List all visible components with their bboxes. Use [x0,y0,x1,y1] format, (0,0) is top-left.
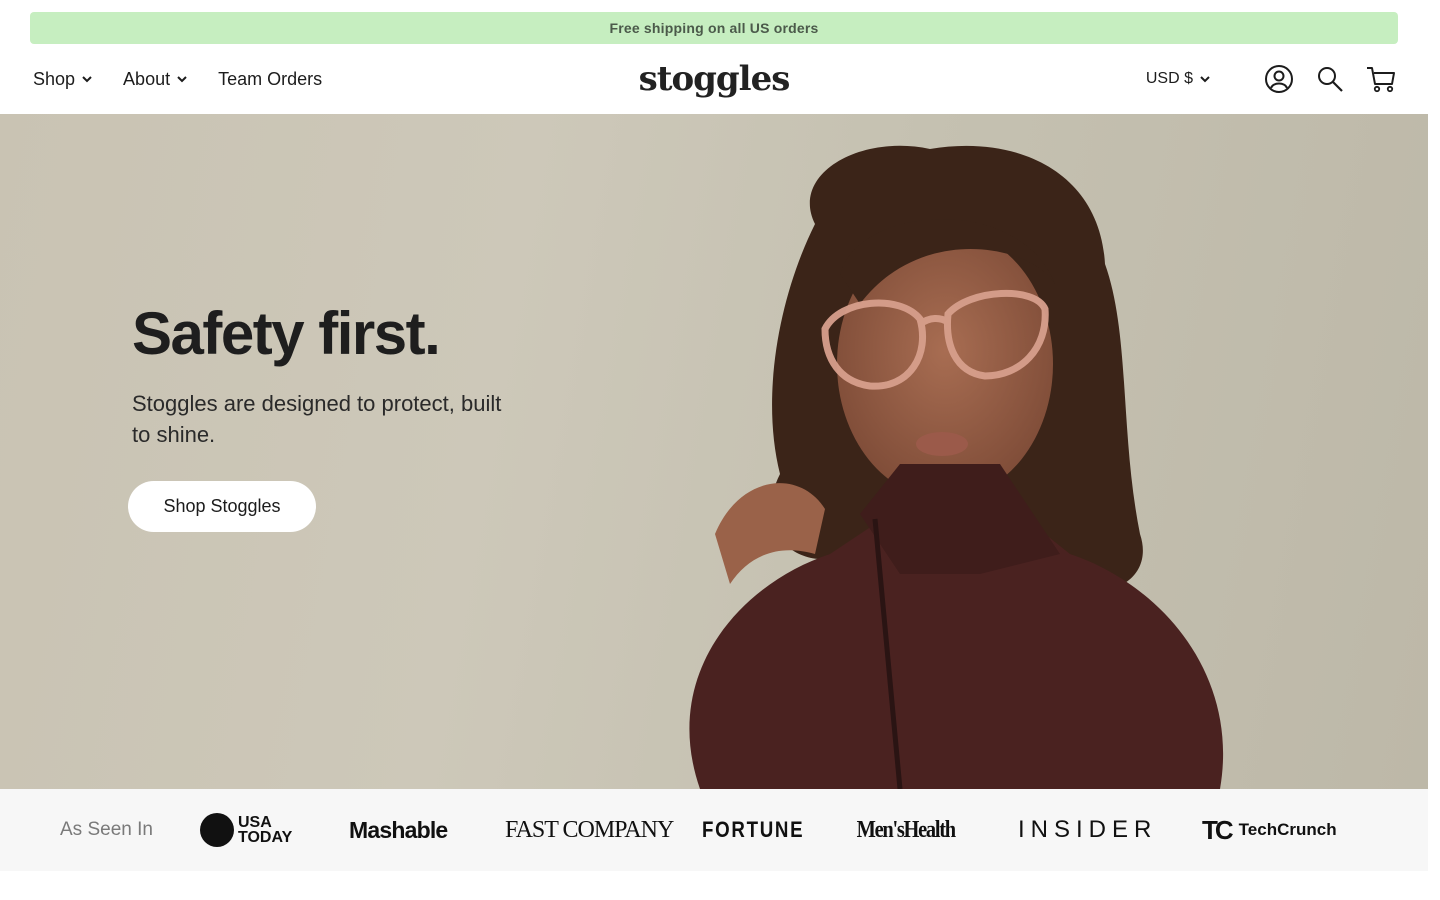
insider-logo: INSIDER [1018,816,1158,843]
announcement-text: Free shipping on all US orders [609,20,819,36]
hero-banner: Safety first. Stoggles are designed to p… [0,114,1428,789]
site-header: Shop About Team Orders stoggles USD $ [0,44,1440,114]
usa-today-wordmark: USA TODAY [238,814,293,846]
usa-today-logo: USA TODAY [200,789,292,871]
header-actions: USD $ [1146,44,1396,114]
account-icon[interactable] [1264,64,1294,94]
press-strip: As Seen In USA TODAY Mashable FAST COMPA… [0,789,1428,871]
chevron-down-icon [1200,76,1210,83]
nav-item-about[interactable]: About [123,69,188,90]
chevron-down-icon [82,76,92,83]
nav-item-team-orders[interactable]: Team Orders [218,69,322,90]
cart-icon[interactable] [1366,64,1396,94]
press-label: As Seen In [60,819,153,840]
mens-health-logo: Men'sHealth [856,816,956,843]
currency-selector[interactable]: USD $ [1146,70,1211,88]
usa-today-line-1: USA [238,814,272,831]
currency-label: USD $ [1145,70,1193,87]
hero-subtitle: Stoggles are designed to protect, built … [132,391,502,447]
usa-today-line-2: TODAY [238,829,293,846]
chevron-down-icon [177,76,187,83]
nav-item-label: Shop [33,68,76,89]
techcrunch-logo: TC TechCrunch [1202,789,1337,871]
brand-logo[interactable]: stoggles [639,59,791,99]
fortune-logo: FORTUNE [702,817,805,842]
hero-copy: Safety first. Stoggles are designed to p… [132,304,632,450]
techcrunch-mark: TC [1202,814,1234,845]
fast-company-logo: FAST COMPANY [505,816,674,843]
nav-item-label: About [123,68,171,89]
main-nav: Shop About Team Orders [33,44,352,114]
hero-model-image [689,145,1224,789]
nav-item-shop[interactable]: Shop [33,69,93,90]
mashable-logo: Mashable [349,816,448,843]
announcement-bar: Free shipping on all US orders [30,12,1398,44]
techcrunch-wordmark: TechCrunch [1238,820,1337,839]
nav-item-label: Team Orders [218,68,323,89]
hero-title: Safety first. [132,300,441,367]
usa-today-dot [200,813,234,847]
shop-stoggles-button[interactable]: Shop Stoggles [128,481,316,532]
search-icon[interactable] [1315,64,1345,94]
